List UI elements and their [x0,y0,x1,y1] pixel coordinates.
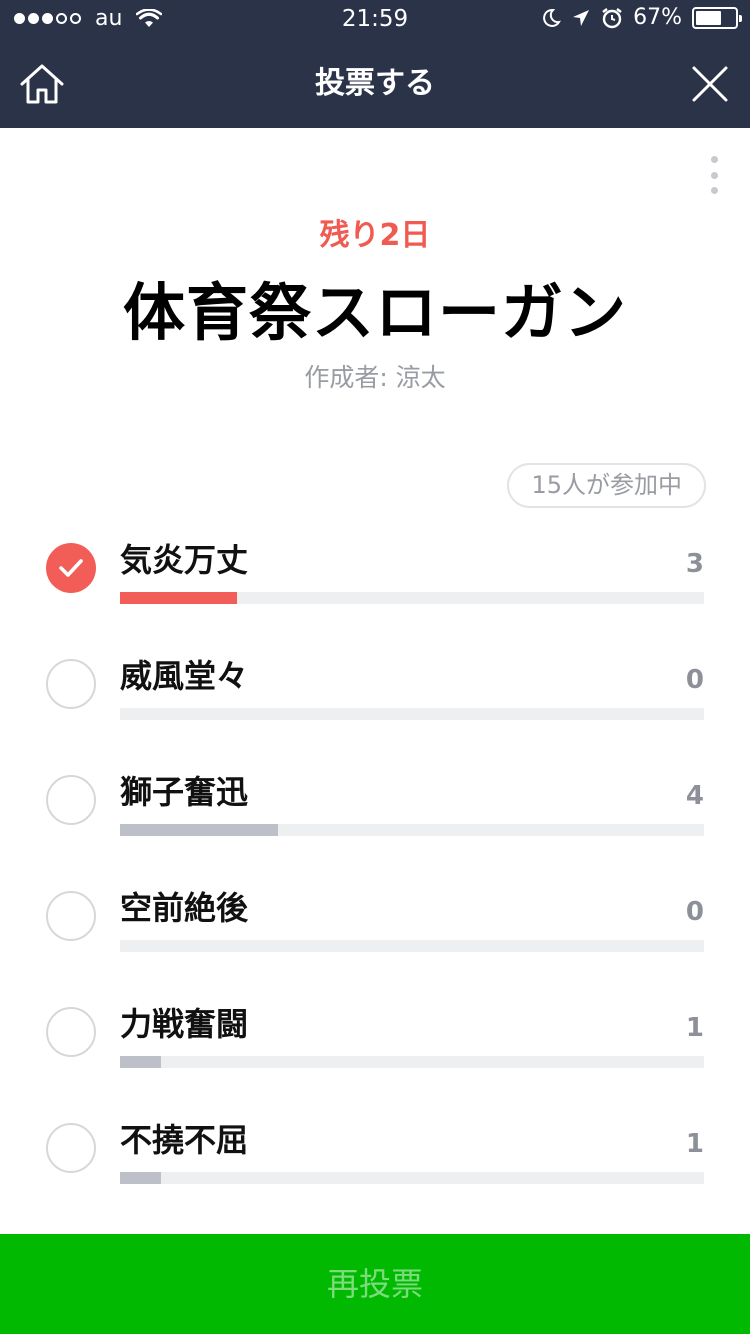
vote-bar-track [120,592,704,604]
more-options-icon[interactable] [708,156,720,194]
page-title: 投票する [315,66,435,101]
poll-screen: au 21:59 67% 投票する 残り2日 体育祭スローガン 作成者: 涼太 … [0,0,750,1334]
poll-creator: 作成者: 涼太 [304,363,446,392]
revote-button[interactable]: 再投票 [0,1234,750,1334]
radio-unchecked-icon[interactable] [46,659,96,709]
poll-title: 体育祭スローガン [122,276,627,349]
do-not-disturb-moon-icon [543,8,562,27]
poll-option[interactable]: 威風堂々 0 [0,651,750,751]
option-label: 空前絶後 [120,889,249,927]
close-icon[interactable] [688,62,732,106]
option-vote-count: 1 [685,1013,704,1043]
poll-option[interactable]: 空前絶後 0 [0,883,750,983]
alarm-clock-icon [602,7,622,28]
option-label: 力戦奮闘 [120,1005,249,1043]
battery-icon [692,6,742,29]
status-bar: au 21:59 67% [0,0,750,40]
radio-unchecked-icon[interactable] [46,775,96,825]
vote-bar-track [120,708,704,720]
option-vote-count: 0 [685,897,704,927]
option-label: 威風堂々 [120,657,249,695]
poll-option[interactable]: 獅子奮迅 4 [0,767,750,867]
poll-option[interactable]: 気炎万丈 3 [0,535,750,635]
vote-bar-track [120,824,704,836]
participants-badge[interactable]: 15人が参加中 [507,463,706,508]
vote-bar-track [120,1172,704,1184]
vote-bar-fill [120,1172,161,1184]
vote-bar-track [120,1056,704,1068]
location-arrow-icon [573,9,590,26]
poll-option[interactable]: 不撓不屈 1 [0,1115,750,1215]
option-vote-count: 3 [685,549,704,579]
navigation-header: 投票する [0,44,750,128]
vote-bar-track [120,940,704,952]
remaining-days: 残り2日 [319,218,431,253]
top-bar: au 21:59 67% 投票する [0,0,750,128]
option-label: 獅子奮迅 [120,773,249,811]
option-label: 不撓不屈 [120,1121,249,1159]
option-label: 気炎万丈 [120,541,249,579]
vote-bar-fill [120,1056,161,1068]
radio-checked-icon[interactable] [46,543,96,593]
status-right: 67% [541,5,742,30]
radio-unchecked-icon[interactable] [46,1007,96,1057]
battery-percent: 67% [633,5,682,30]
option-vote-count: 1 [685,1129,704,1159]
option-vote-count: 4 [685,781,704,811]
radio-unchecked-icon[interactable] [46,891,96,941]
radio-unchecked-icon[interactable] [46,1123,96,1173]
vote-bar-fill [120,592,237,604]
poll-option[interactable]: 力戦奮闘 1 [0,999,750,1099]
option-vote-count: 0 [685,665,704,695]
vote-bar-fill [120,824,278,836]
